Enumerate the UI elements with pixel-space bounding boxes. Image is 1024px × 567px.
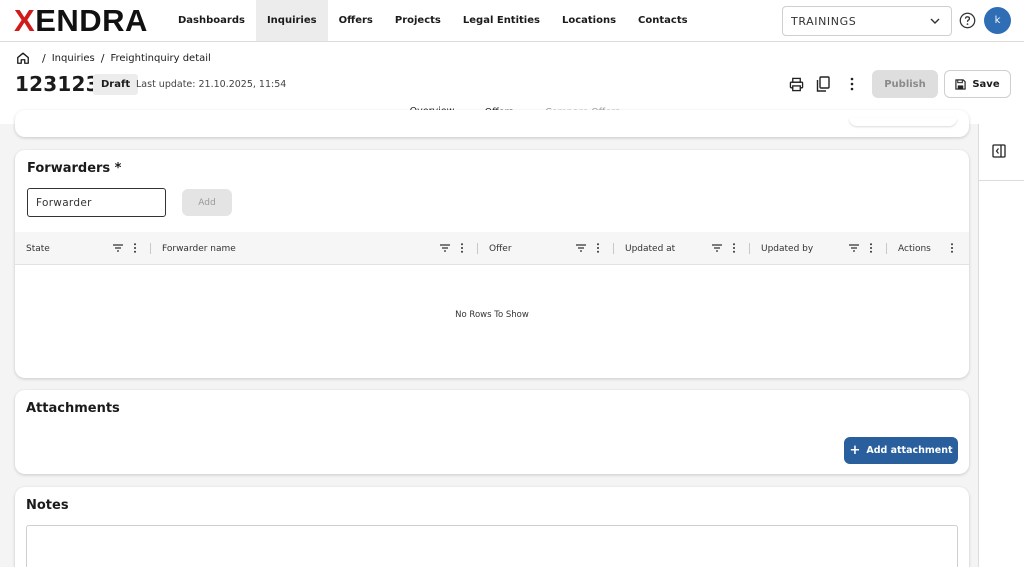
- main-nav: Dashboards Inquiries Offers Projects Leg…: [167, 0, 699, 41]
- save-button[interactable]: Save: [944, 70, 1011, 98]
- column-menu-icon[interactable]: [460, 243, 464, 253]
- attachments-card: Attachments + Add attachment: [15, 390, 969, 474]
- nav-item-locations[interactable]: Locations: [551, 0, 627, 41]
- column-menu-icon[interactable]: [133, 243, 137, 253]
- help-icon[interactable]: [959, 12, 976, 29]
- panel-toggle-icon[interactable]: [992, 144, 1006, 158]
- organization-select[interactable]: TRAININGS: [782, 6, 952, 36]
- plus-icon: +: [849, 442, 861, 458]
- notes-textarea[interactable]: [26, 525, 958, 567]
- column-menu-icon[interactable]: [950, 243, 954, 253]
- filter-icon[interactable]: [849, 244, 859, 252]
- last-update-text: Last update: 21.10.2025, 11:54: [136, 79, 287, 90]
- breadcrumb-item-inquiries[interactable]: Inquiries: [52, 53, 95, 64]
- column-header-actions[interactable]: Actions: [887, 232, 969, 265]
- notes-title: Notes: [26, 498, 69, 513]
- breadcrumb-item-current: Freightinquiry detail: [110, 52, 211, 64]
- column-header-updated-at[interactable]: Updated at: [614, 232, 750, 265]
- print-icon[interactable]: [789, 77, 804, 92]
- breadcrumb-separator: /: [42, 51, 46, 65]
- nav-item-contacts[interactable]: Contacts: [627, 0, 699, 41]
- nav-item-offers[interactable]: Offers: [328, 0, 384, 41]
- nav-item-dashboards[interactable]: Dashboards: [167, 0, 256, 41]
- forwarders-title: Forwarders *: [27, 161, 122, 176]
- column-header-forwarder-name[interactable]: Forwarder name: [151, 232, 478, 265]
- more-vertical-icon[interactable]: [849, 77, 855, 91]
- publish-button[interactable]: Publish: [872, 70, 938, 98]
- user-avatar[interactable]: k: [984, 7, 1011, 34]
- app-logo[interactable]: XENDRA: [14, 5, 148, 36]
- top-navigation-bar: XENDRA Dashboards Inquiries Offers Proje…: [0, 0, 1024, 42]
- side-panel: [978, 124, 1024, 567]
- previous-section-card: [15, 110, 969, 137]
- filter-icon[interactable]: [576, 244, 586, 252]
- breadcrumb: / Inquiries / Freightinquiry detail: [16, 51, 211, 65]
- add-attachment-button[interactable]: + Add attachment: [844, 437, 958, 464]
- column-menu-icon[interactable]: [869, 243, 873, 253]
- attachments-title: Attachments: [26, 401, 120, 416]
- notes-card: Notes: [15, 487, 969, 567]
- forwarder-input-placeholder: Forwarder: [36, 196, 92, 209]
- column-header-updated-by[interactable]: Updated by: [750, 232, 887, 265]
- filter-icon[interactable]: [440, 244, 450, 252]
- forwarders-grid-header: State Forwarder name Offer Updated at Up…: [15, 232, 969, 265]
- forwarder-input[interactable]: Forwarder: [27, 188, 166, 217]
- forwarders-card: Forwarders * Forwarder Add State Forward…: [15, 150, 969, 378]
- chevron-down-icon: [930, 18, 940, 24]
- nav-item-legal-entities[interactable]: Legal Entities: [452, 0, 551, 41]
- nav-item-projects[interactable]: Projects: [384, 0, 452, 41]
- filter-icon[interactable]: [712, 244, 722, 252]
- organization-select-value: TRAININGS: [791, 14, 857, 28]
- column-menu-icon[interactable]: [732, 243, 736, 253]
- empty-grid-message: No Rows To Show: [455, 310, 529, 320]
- add-forwarder-button[interactable]: Add: [182, 189, 232, 216]
- status-badge: Draft: [93, 74, 139, 95]
- breadcrumb-separator: /: [100, 51, 105, 65]
- column-menu-icon[interactable]: [596, 243, 600, 253]
- nav-item-inquiries[interactable]: Inquiries: [255, 0, 328, 41]
- copy-icon[interactable]: [816, 76, 830, 92]
- home-icon[interactable]: [16, 51, 30, 65]
- column-header-state[interactable]: State: [15, 232, 151, 265]
- save-icon: [955, 78, 967, 90]
- column-header-offer[interactable]: Offer: [478, 232, 614, 265]
- filter-icon[interactable]: [113, 244, 123, 252]
